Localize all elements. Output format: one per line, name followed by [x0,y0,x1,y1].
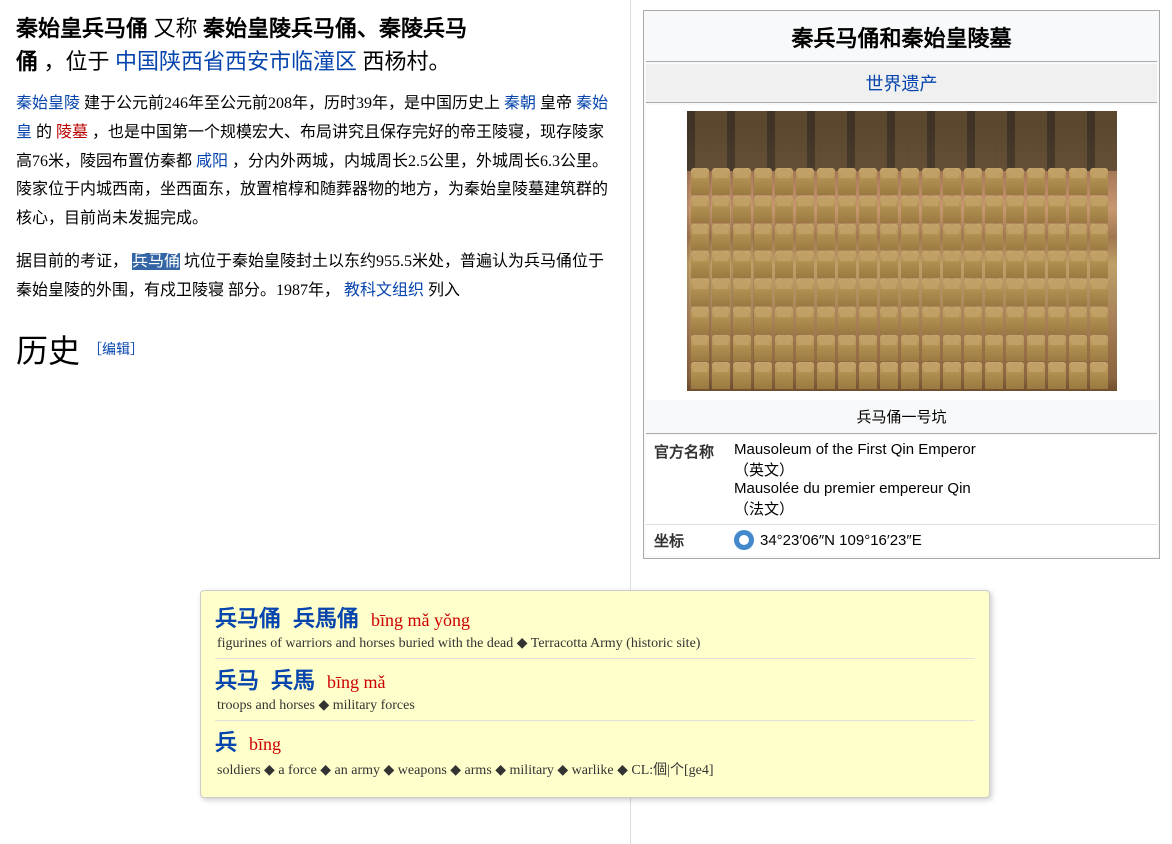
link-qin-dynasty[interactable]: 秦朝 [504,95,536,112]
title-bold3: 俑 [16,49,38,74]
official-name-en: Mausoleum of the First Qin Emperor [734,441,976,458]
warrior-row [691,279,1113,306]
official-name-fr-note: （法文） [734,502,794,518]
tooltip-hanzi-trad-1: 兵馬俑 [293,601,359,633]
roof-bars [687,111,1117,171]
tooltip-hanzi-simp-2: 兵马 [215,663,259,695]
history-edit-link[interactable]: ［编辑］ [88,339,144,359]
tooltip-sep-1 [215,658,975,659]
warrior-row [691,251,1113,278]
infobox-title-main: 秦兵马俑和秦始皇陵墓 [646,13,1157,62]
title-rest: ，位于 [44,49,110,74]
tooltip-hanzi-trad-2: 兵馬 [271,663,315,695]
title-location-link[interactable]: 中国陕西省西安市临潼区 [115,49,357,74]
infobox-official-name-row: 官方名称 Mausoleum of the First Qin Emperor … [646,436,1157,525]
tooltip-popup: 兵马俑 兵馬俑 bīng mǎ yǒng figurines of warrio… [200,590,990,798]
history-label: 历史 [16,326,80,372]
infobox: 秦兵马俑和秦始皇陵墓 世界遗产 [643,10,1160,559]
infobox-official-name-label: 官方名称 [654,441,734,519]
warrior-row [691,196,1113,223]
tooltip-hanzi-simp-1: 兵马俑 [215,601,281,633]
article-body-para1: 秦始皇陵 建于公元前246年至公元前208年，历时39年，是中国历史上 秦朝 皇… [16,90,614,234]
title-text-youcheng: 又称 [154,16,198,41]
infobox-image-cell [646,105,1157,400]
title-end: 西杨村。 [363,49,451,74]
coord-display: 34°23′06″N 109°16′23″E [734,530,1149,550]
warrior-rows [687,166,1117,391]
terracotta-image [687,111,1117,391]
history-section: 历史 ［编辑］ [16,326,614,372]
tooltip-row-1: 兵马俑 兵馬俑 bīng mǎ yǒng [215,601,975,633]
link-unesco[interactable]: 教科文组织 [344,282,424,299]
warrior-row [691,335,1113,362]
tooltip-row-2: 兵马 兵馬 bīng mǎ [215,663,975,695]
tooltip-sep-2 [215,720,975,721]
tooltip-row-3: 兵 bīng [215,725,975,757]
infobox-subtitle: 世界遗产 [646,64,1157,103]
tooltip-pinyin-2: bīng mǎ [327,672,386,693]
article-body-para2: 据目前的考证， 兵马俑 坑位于秦始皇陵封土以东约955.5米处，普遍认为兵马俑位… [16,248,614,306]
article-title: 秦始皇兵马俑 又称 秦始皇陵兵马俑、秦陵兵马 俑 ，位于 中国陕西省西安市临潼区… [16,12,614,78]
official-name-fr: Mausolée du premier empereur Qin [734,480,971,497]
tooltip-def-2: troops and horses ◆ military forces [217,697,975,714]
infobox-coord-label: 坐标 [654,530,734,551]
warrior-row [691,168,1113,195]
title-bold1: 秦始皇兵马俑 [16,16,148,41]
tooltip-pinyin-1: bīng mǎ yǒng [371,610,470,631]
left-column: 秦始皇兵马俑 又称 秦始皇陵兵马俑、秦陵兵马 俑 ，位于 中国陕西省西安市临潼区… [0,0,630,844]
warrior-row [691,224,1113,251]
infobox-coord-row: 坐标 34°23′06″N 109°16′23″E [646,525,1157,556]
tooltip-hanzi-simp-3: 兵 [215,725,237,757]
link-xianyang[interactable]: 咸阳 [196,153,228,170]
tooltip-def-1: figurines of warriors and horses buried … [217,635,975,652]
tooltip-pinyin-3: bīng [249,734,281,755]
selected-text-bingmayong: 兵马俑 [132,253,180,270]
link-mausoleum2[interactable]: 陵墓 [56,124,88,141]
official-name-en-note: （英文） [734,463,794,479]
title-bold2: 秦始皇陵兵马俑、秦陵兵马 [203,16,467,41]
infobox-caption: 兵马俑一号坑 [646,402,1157,434]
infobox-official-name-value: Mausoleum of the First Qin Emperor （英文） … [734,441,1149,519]
infobox-coord-value: 34°23′06″N 109°16′23″E [734,530,1149,551]
tooltip-def-3: soldiers ◆ a force ◆ an army ◆ weapons ◆… [217,759,975,779]
coord-globe-icon [734,530,754,550]
coord-link[interactable]: 34°23′06″N 109°16′23″E [760,532,922,549]
link-mausoleum[interactable]: 秦始皇陵 [16,95,80,112]
warrior-row [691,362,1113,389]
warrior-row [691,307,1113,334]
